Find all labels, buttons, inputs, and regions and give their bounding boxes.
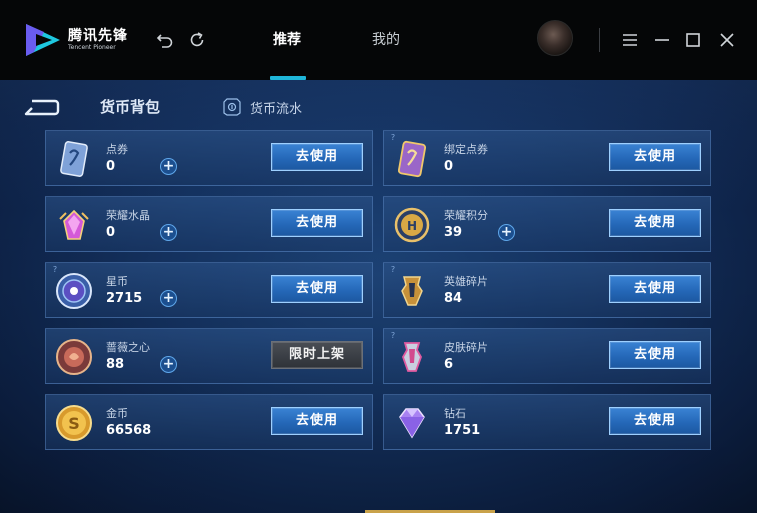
- diamond-icon: [399, 408, 425, 439]
- hero-shard-icon: [401, 276, 423, 306]
- use-gold-coin-button[interactable]: 去使用: [271, 407, 363, 435]
- currency-amount: 39: [444, 225, 463, 240]
- currency-name: 皮肤碎片: [444, 341, 488, 354]
- tab-recommend[interactable]: 推荐: [273, 30, 301, 50]
- add-star-coin-button[interactable]: +: [160, 290, 177, 307]
- currency-name: 钻石: [444, 407, 466, 420]
- currency-card-rose-heart: 蔷薇之心 88 + 限时上架: [45, 328, 373, 384]
- use-crystal-button[interactable]: 去使用: [271, 209, 363, 237]
- currency-name: 荣耀水晶: [106, 209, 150, 222]
- currency-card-skin-shard: ? 皮肤碎片 6 去使用: [383, 328, 711, 384]
- limited-listing-button[interactable]: 限时上架: [271, 341, 363, 369]
- currency-name: 英雄碎片: [444, 275, 488, 288]
- currency-name: 星币: [106, 275, 128, 288]
- app-logo: 腾讯先锋 Tencent Pioneer: [22, 20, 132, 60]
- logo-subtitle: Tencent Pioneer: [68, 44, 116, 51]
- currency-amount: 1751: [444, 423, 481, 438]
- divider: [599, 28, 600, 52]
- tab-mine[interactable]: 我的: [372, 30, 400, 50]
- add-crystal-button[interactable]: +: [160, 224, 177, 241]
- use-bound-coupon-button[interactable]: 去使用: [609, 143, 701, 171]
- title-bar: 腾讯先锋 Tencent Pioneer 推荐 我的: [0, 0, 757, 80]
- glory-points-icon: H: [394, 207, 430, 243]
- use-star-coin-button[interactable]: 去使用: [271, 275, 363, 303]
- currency-amount: 84: [444, 291, 463, 306]
- currency-card-glory-points: H 荣耀积分 39 + 去使用: [383, 196, 711, 252]
- currency-name: 荣耀积分: [444, 209, 488, 222]
- avatar[interactable]: [537, 20, 573, 56]
- currency-card-diamond: 钻石 1751 去使用: [383, 394, 711, 450]
- currency-name: 点券: [106, 143, 128, 156]
- currency-name: 绑定点券: [444, 143, 488, 156]
- use-glory-points-button[interactable]: 去使用: [609, 209, 701, 237]
- gold-coin-icon: S: [56, 405, 92, 441]
- currency-amount: 88: [106, 357, 125, 372]
- currency-card-bound-coupon: ? 绑定点券 0 去使用: [383, 130, 711, 186]
- star-coin-icon: [56, 273, 92, 309]
- back-arrow-icon[interactable]: [22, 98, 60, 118]
- ledger-icon: [223, 98, 241, 116]
- use-diamond-button[interactable]: 去使用: [609, 407, 701, 435]
- use-coupon-button[interactable]: 去使用: [271, 143, 363, 171]
- currency-amount: 2715: [106, 291, 143, 306]
- use-skin-shard-button[interactable]: 去使用: [609, 341, 701, 369]
- add-glory-points-button[interactable]: +: [498, 224, 515, 241]
- rose-heart-icon: [56, 339, 92, 375]
- currency-name: 金币: [106, 407, 128, 420]
- bound-coupon-icon: [397, 140, 427, 178]
- currency-card-glory-crystal: 荣耀水晶 0 + 去使用: [45, 196, 373, 252]
- svg-text:S: S: [68, 414, 80, 433]
- maximize-icon[interactable]: [683, 30, 703, 50]
- coupon-icon: [60, 141, 88, 177]
- page-title: 货币背包: [100, 98, 161, 116]
- flow-link-label: 货币流水: [250, 101, 303, 117]
- currency-amount: 0: [106, 159, 116, 174]
- add-coupon-button[interactable]: +: [160, 158, 177, 175]
- currency-card-hero-shard: ? 英雄碎片 84 去使用: [383, 262, 711, 318]
- currency-amount: 0: [106, 225, 116, 240]
- currency-amount: 66568: [106, 423, 152, 438]
- currency-amount: 0: [444, 159, 454, 174]
- refresh-icon[interactable]: [187, 30, 207, 50]
- svg-text:H: H: [407, 219, 417, 233]
- add-rose-heart-button[interactable]: +: [160, 356, 177, 373]
- crystal-icon: [59, 209, 89, 240]
- currency-panel: 货币背包 货币流水 点券 0 + 去使用 ? 绑定点券 0 去使用 荣耀水晶 0…: [0, 80, 757, 513]
- minimize-icon[interactable]: [652, 30, 672, 50]
- currency-card-gold-coin: S 金币 66568 去使用: [45, 394, 373, 450]
- currency-amount: 6: [444, 357, 454, 372]
- menu-icon[interactable]: [620, 30, 640, 50]
- skin-shard-icon: [402, 342, 422, 372]
- currency-card-star-coin: ? 星币 2715 + 去使用: [45, 262, 373, 318]
- currency-flow-link[interactable]: 货币流水: [222, 96, 302, 118]
- use-hero-shard-button[interactable]: 去使用: [609, 275, 701, 303]
- logo-icon: [26, 24, 60, 56]
- undo-icon[interactable]: [155, 30, 175, 50]
- currency-name: 蔷薇之心: [106, 341, 150, 354]
- currency-card-coupon: 点券 0 + 去使用: [45, 130, 373, 186]
- logo-title: 腾讯先锋: [68, 28, 128, 44]
- close-icon[interactable]: [717, 30, 737, 50]
